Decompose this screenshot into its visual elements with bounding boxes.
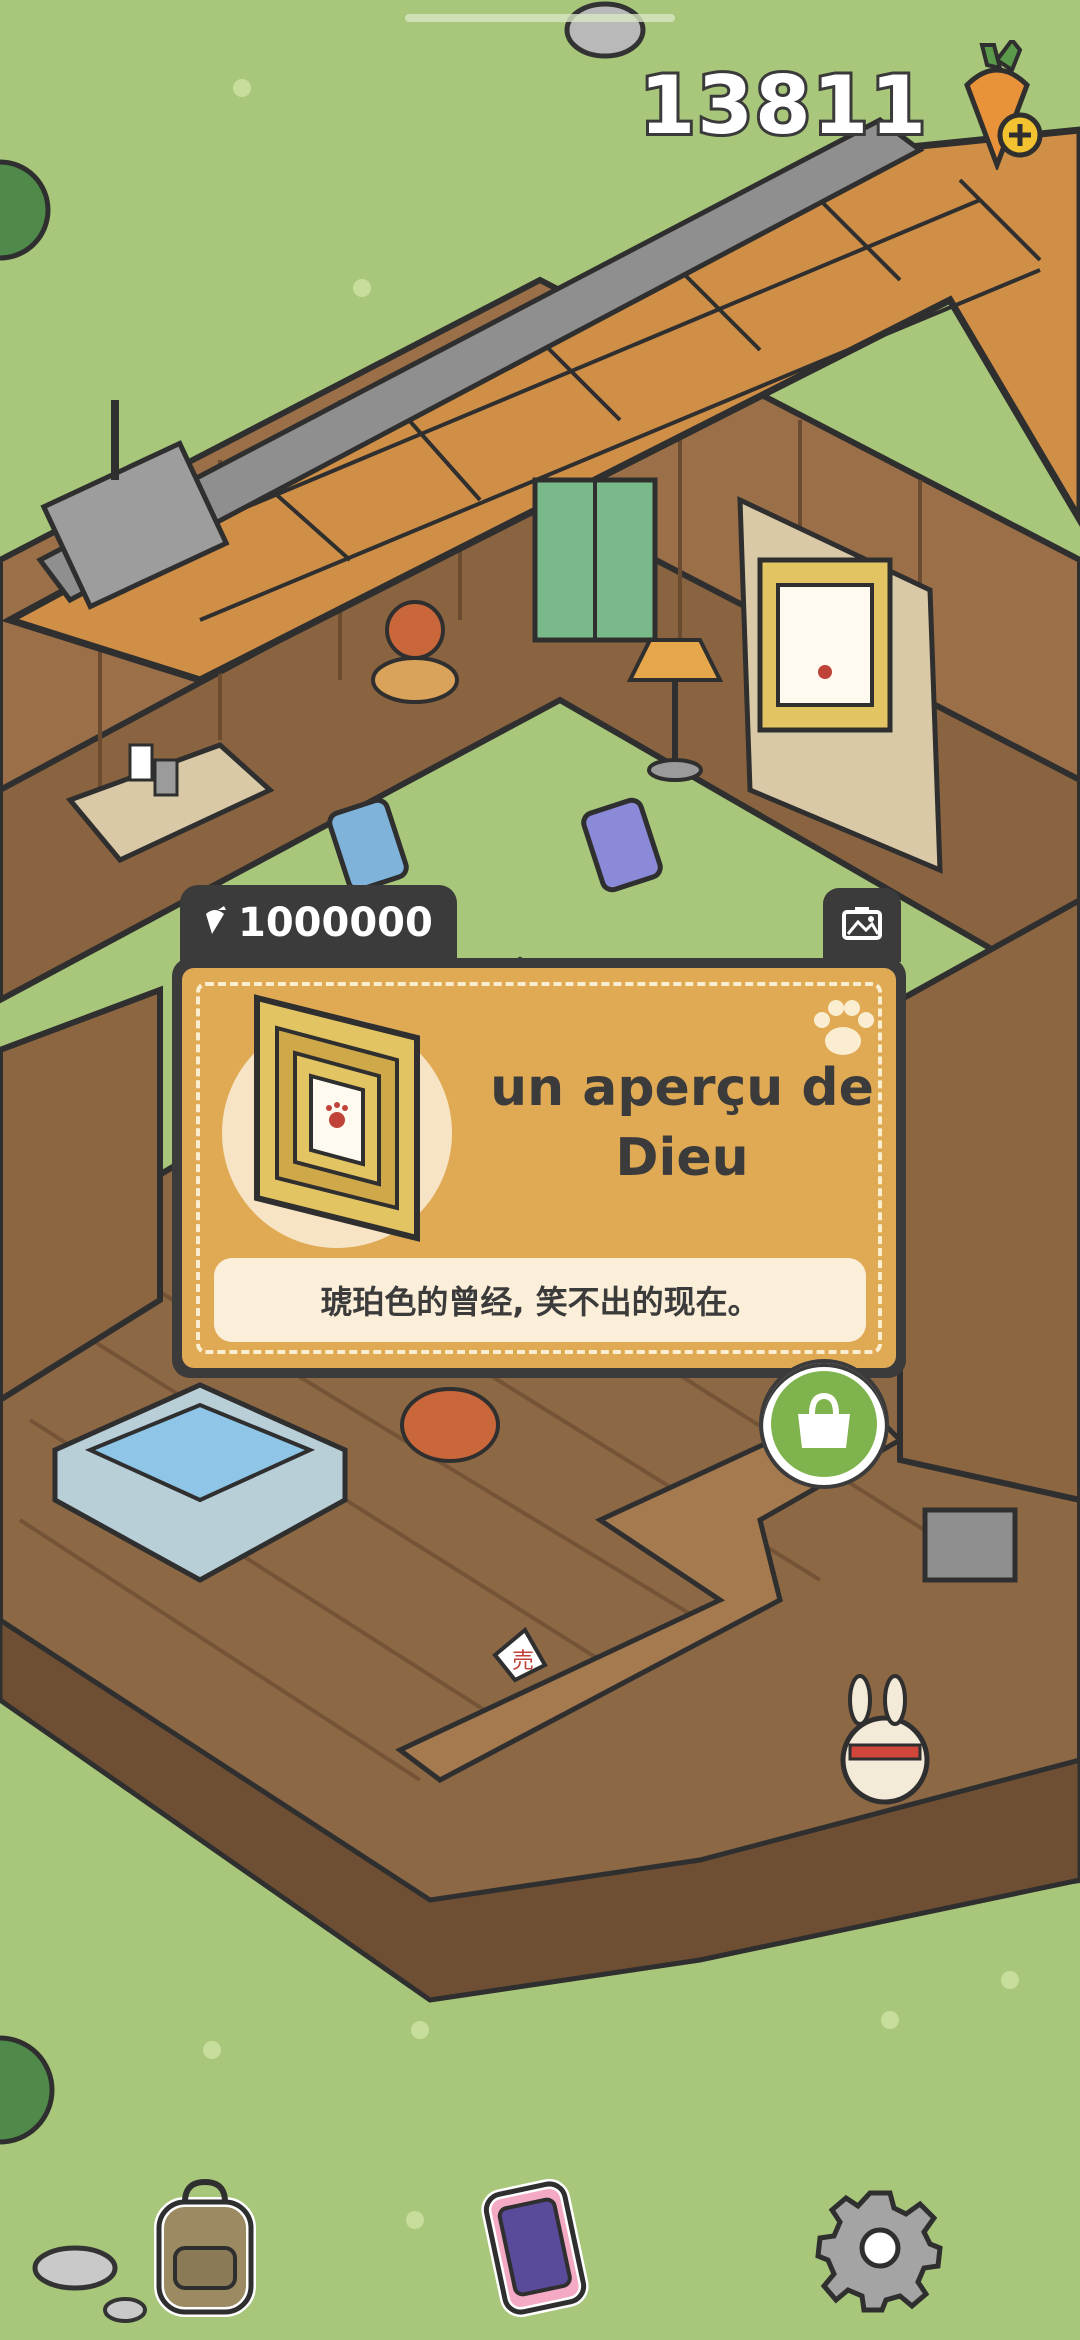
gear-icon (815, 2183, 945, 2317)
sale-sign-text: 売 (512, 1649, 534, 1674)
currency-display: 13811 (637, 36, 1052, 173)
carrot-plus-icon[interactable] (942, 36, 1052, 173)
framed-painting-icon (237, 988, 437, 1252)
rock-bottom (32, 2245, 118, 2291)
rock-top (564, 1, 646, 59)
photo-button[interactable] (823, 888, 901, 962)
curtain-window (532, 477, 658, 643)
phone-button[interactable] (470, 2178, 600, 2322)
home-indicator[interactable] (405, 14, 675, 22)
item-detail-card: un aperçu de Dieu 琥珀色的曾经, 笑不出的现在。 (172, 958, 906, 1378)
carrot-icon (202, 900, 228, 946)
phone-icon (470, 2178, 600, 2322)
rock-bottom-small (103, 2297, 147, 2323)
price-value: 1000000 (238, 900, 433, 946)
bush-left-bottom (0, 2035, 55, 2145)
bush-left-top (0, 159, 51, 261)
item-description: 琥珀色的曾经, 笑不出的现在。 (214, 1258, 866, 1342)
item-name: un aperçu de Dieu (490, 1058, 874, 1188)
buy-button[interactable] (763, 1363, 885, 1485)
shopping-bag-icon (792, 1392, 856, 1456)
fox-customer (400, 1387, 500, 1463)
phone-display-2 (581, 797, 663, 893)
photo-icon (842, 906, 882, 944)
price-tag: 1000000 (180, 885, 457, 961)
backpack-button[interactable] (140, 2178, 270, 2322)
phone-display-1 (327, 797, 409, 893)
cash-register (922, 1507, 1018, 1583)
currency-value: 13811 (637, 56, 929, 155)
settings-button[interactable] (815, 2180, 945, 2320)
backpack-icon (145, 2178, 265, 2322)
